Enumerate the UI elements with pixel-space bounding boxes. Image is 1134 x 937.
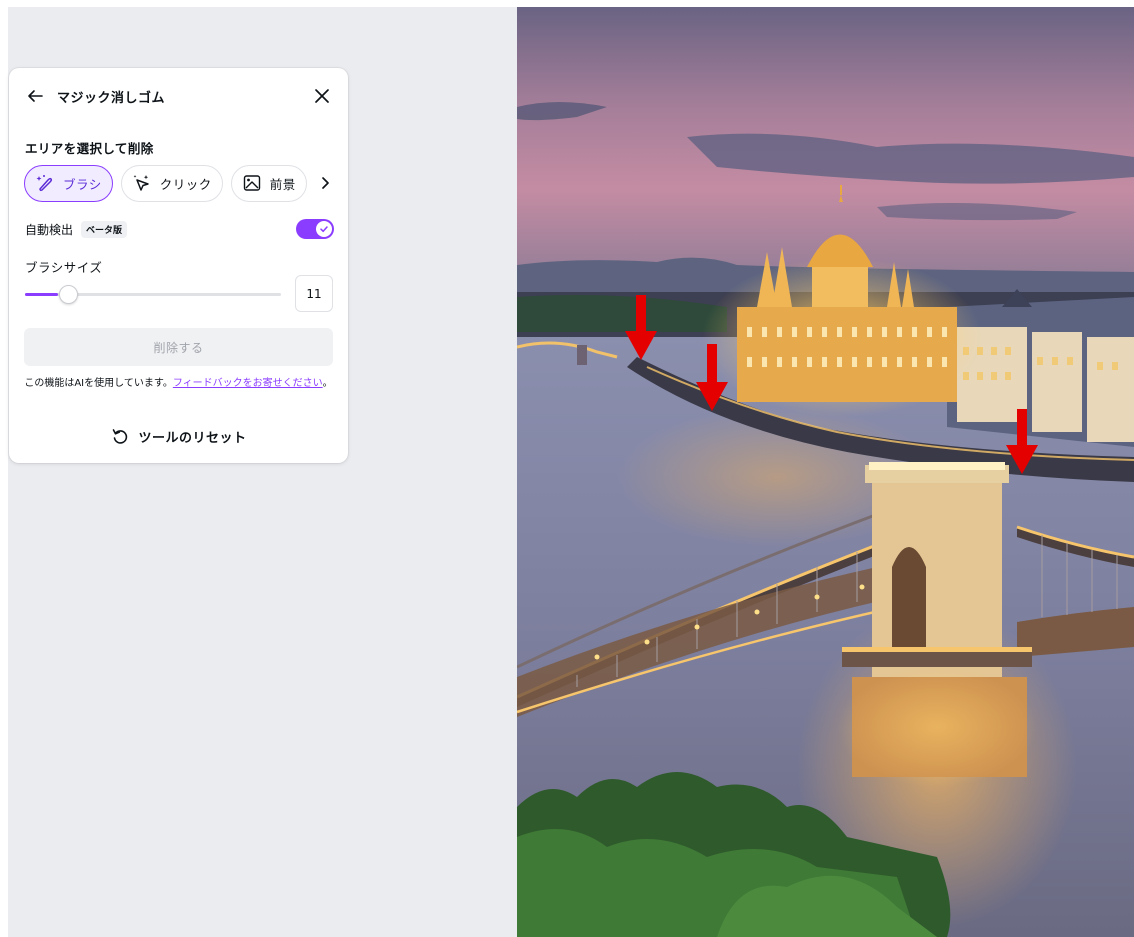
panel-title: マジック消しゴム: [57, 90, 166, 106]
top-edge: [0, 0, 1134, 7]
annotation-arrows: [625, 295, 1038, 474]
brush-size-input[interactable]: 11: [295, 275, 333, 312]
undo-icon: [110, 426, 130, 446]
chevron-right-icon[interactable]: [317, 171, 333, 195]
magic-eraser-panel: マジック消しゴム エリアを選択して削除 ブラシ クリック 前景 自動検出 ベータ…: [9, 68, 348, 463]
toggle-knob: [316, 221, 332, 237]
ai-note-text: この機能はAIを使用しています。: [24, 378, 173, 389]
mode-foreground-label: 前景: [269, 176, 296, 192]
mode-click-label: クリック: [159, 176, 212, 192]
reset-tool-label: ツールのリセット: [138, 430, 247, 446]
magic-click-icon: [132, 173, 152, 193]
red-arrow: [696, 344, 728, 411]
auto-detect-row: 自動検出 ベータ版: [25, 218, 334, 240]
canvas-photo[interactable]: [517, 7, 1134, 937]
left-edge: [0, 0, 8, 937]
ai-note: この機能はAIを使用しています。フィードバックをお寄せください。: [24, 376, 333, 392]
reset-tool-button[interactable]: ツールのリセット: [9, 425, 348, 447]
panel-header: マジック消しゴム: [25, 84, 333, 108]
slider-thumb[interactable]: [58, 285, 78, 304]
mode-brush-button[interactable]: ブラシ: [24, 164, 113, 202]
magic-eraser-app: マジック消しゴム エリアを選択して削除 ブラシ クリック 前景 自動検出 ベータ…: [0, 0, 1134, 937]
mode-selector: ブラシ クリック 前景: [24, 164, 340, 202]
red-arrow: [625, 295, 657, 360]
red-arrow: [1006, 409, 1038, 474]
mode-foreground-button[interactable]: 前景: [230, 164, 307, 202]
feedback-link[interactable]: フィードバックをお寄せください: [173, 378, 323, 389]
delete-button[interactable]: 削除する: [24, 328, 333, 366]
magic-brush-icon: [35, 173, 55, 193]
beta-badge: ベータ版: [81, 220, 128, 238]
ai-note-end: 。: [322, 378, 333, 389]
slider-fill: [25, 293, 58, 296]
image-foreground-icon: [242, 173, 262, 193]
mode-click-button[interactable]: クリック: [120, 164, 223, 202]
brush-size-label: ブラシサイズ: [25, 260, 103, 275]
auto-detect-toggle[interactable]: [296, 219, 334, 239]
close-icon[interactable]: [311, 85, 333, 107]
back-arrow-icon[interactable]: [25, 86, 45, 106]
brush-size-slider[interactable]: [25, 284, 281, 304]
auto-detect-label: 自動検出: [25, 222, 74, 237]
select-area-label: エリアを選択して削除: [25, 141, 154, 156]
mode-brush-label: ブラシ: [63, 176, 102, 192]
